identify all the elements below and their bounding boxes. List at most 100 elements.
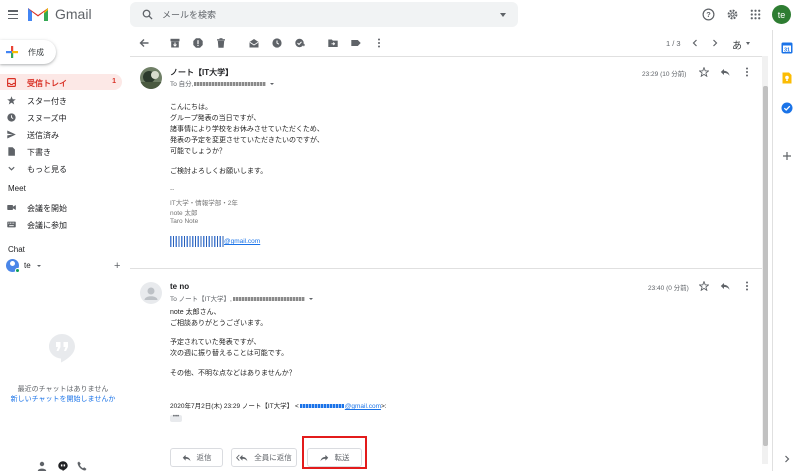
star-icon <box>7 96 16 105</box>
main-menu-icon[interactable] <box>8 10 18 19</box>
reply-arrow-icon[interactable] <box>720 67 730 77</box>
message-body-line: 諸事情により学校をお休みさせていただくため、 <box>170 126 324 133</box>
label-tag-icon[interactable] <box>351 38 361 48</box>
sender-photo-image <box>140 67 162 89</box>
get-addons-plus-icon[interactable] <box>781 150 793 162</box>
draft-document-icon <box>8 147 15 156</box>
message-body-line: ご相談ありがとうございます。 <box>170 320 268 327</box>
chat-current-user[interactable]: te + <box>6 259 126 275</box>
message-more-vertical-dots-icon[interactable] <box>742 67 752 77</box>
input-tools-button[interactable]: あ <box>732 37 742 52</box>
delete-trash-icon[interactable] <box>216 38 226 48</box>
quote-prefix: 2020年7月2日(木) 23:29 ノート【IT大学】 < <box>170 403 299 410</box>
sidebar-item-drafts[interactable]: 下書き <box>0 143 122 159</box>
sidebar-item-label: 会議を開始 <box>27 203 67 213</box>
message-scrollbar-thumb[interactable] <box>763 86 768 446</box>
sidebar-item-more[interactable]: もっと見る <box>0 160 122 176</box>
reply-arrow-icon[interactable] <box>720 281 730 291</box>
show-side-panel-chevron-right-icon[interactable] <box>781 453 793 465</box>
sender-avatar-default[interactable] <box>140 282 162 304</box>
message-body-line: 予定されていた発表ですが、 <box>170 339 261 346</box>
more-options-vertical-dots-icon[interactable] <box>374 38 384 48</box>
search-bar[interactable] <box>130 2 518 27</box>
newer-chevron-left-icon[interactable] <box>690 38 700 48</box>
back-arrow-icon[interactable] <box>139 38 149 48</box>
calendar-icon[interactable]: 31 <box>781 42 793 54</box>
sidebar-item-join-meeting[interactable]: 会議に参加 <box>0 216 122 232</box>
reply-all-button[interactable]: 全員に返信 <box>231 448 297 467</box>
gmail-logo[interactable]: Gmail <box>27 6 92 22</box>
settings-gear-icon[interactable] <box>726 8 739 21</box>
hangouts-chat-icon[interactable] <box>58 461 68 471</box>
recipients-prefix: To 自分, <box>170 81 194 88</box>
show-trimmed-content-button[interactable]: ••• <box>170 414 182 422</box>
show-details-chevron-down-icon[interactable] <box>270 83 275 86</box>
show-details-chevron-down-icon[interactable] <box>308 298 313 301</box>
redacted-quote-email <box>299 404 344 409</box>
older-chevron-right-icon[interactable] <box>710 38 720 48</box>
toolbar-divider <box>130 56 762 57</box>
sender-avatar-photo[interactable] <box>140 67 162 89</box>
contacts-person-icon[interactable] <box>37 461 47 471</box>
svg-text:31: 31 <box>784 47 790 53</box>
svg-text:?: ? <box>706 10 711 19</box>
inbox-icon <box>7 78 16 87</box>
top-header: Gmail ? te <box>0 0 800 30</box>
signature-email[interactable]: @gmail.com <box>170 236 260 247</box>
app-name: Gmail <box>55 6 92 22</box>
chevron-down-icon <box>8 166 15 171</box>
start-new-chat-link[interactable]: 新しいチャットを開始しませんか <box>0 394 126 404</box>
redacted-recipients <box>232 297 305 302</box>
message-more-vertical-dots-icon[interactable] <box>742 281 752 291</box>
gmail-m-icon <box>28 8 48 21</box>
reply-button[interactable]: 返信 <box>170 448 223 467</box>
sidebar-item-inbox[interactable]: 受信トレイ 1 <box>0 74 122 90</box>
forward-highlight-box <box>302 436 367 469</box>
phone-icon[interactable] <box>77 461 87 471</box>
tasks-icon[interactable] <box>781 102 793 114</box>
compose-button[interactable]: 作成 <box>0 40 56 64</box>
sidebar-item-start-meeting[interactable]: 会議を開始 <box>0 199 122 215</box>
sidebar-item-starred[interactable]: スター付き <box>0 92 122 108</box>
snooze-clock-icon[interactable] <box>272 38 282 48</box>
message-toolbar: 1 / 3 あ <box>130 32 762 54</box>
star-outline-icon[interactable] <box>699 67 709 77</box>
keep-notes-icon[interactable] <box>781 72 793 84</box>
star-outline-icon[interactable] <box>699 281 709 291</box>
sidebar-item-label: 下書き <box>27 147 51 157</box>
clock-icon <box>7 113 16 122</box>
apps-grid-icon[interactable] <box>749 8 762 21</box>
signature-line: IT大学・情報学部・2年 <box>170 200 238 207</box>
sender-name[interactable]: ノート【IT大学】 <box>170 67 233 78</box>
help-icon[interactable]: ? <box>702 8 715 21</box>
sidebar-item-label: スヌーズ中 <box>27 113 67 123</box>
search-icon[interactable] <box>142 9 153 20</box>
archive-icon[interactable] <box>170 38 180 48</box>
search-input[interactable] <box>162 6 482 23</box>
signature-email-link[interactable]: @gmail.com <box>224 238 260 245</box>
add-to-tasks-icon[interactable] <box>295 38 305 48</box>
message-body-line: 次の週に振り替えることは可能です。 <box>170 350 289 357</box>
quote-email-link[interactable]: @gmail.com <box>345 403 381 410</box>
recipients-line[interactable]: To 自分, <box>170 78 275 88</box>
reply-button-label: 返信 <box>196 453 212 462</box>
input-tools-chevron-down-icon[interactable] <box>746 42 750 45</box>
hangouts-quote-bubble-icon <box>49 334 75 363</box>
new-chat-plus-icon[interactable]: + <box>114 261 120 272</box>
reply-all-arrow-icon <box>236 454 248 461</box>
report-spam-icon[interactable] <box>193 38 203 48</box>
mark-as-unread-icon[interactable] <box>249 38 259 48</box>
message-body-line: 可能でしょうか？ <box>170 148 226 155</box>
message-body-line: note 太郎さん、 <box>170 309 221 316</box>
move-to-folder-icon[interactable] <box>328 38 338 48</box>
chat-user-name: te <box>24 261 31 270</box>
recipients-line[interactable]: To ノート【IT大学】, <box>170 293 313 303</box>
search-options-chevron-down-icon[interactable] <box>500 13 506 17</box>
account-avatar[interactable]: te <box>772 5 791 24</box>
sender-name[interactable]: te no <box>170 282 189 291</box>
message-body-line: ご検討よろしくお願いします。 <box>170 168 268 175</box>
chat-status-chevron-down-icon[interactable] <box>37 265 41 267</box>
recipients-prefix: To ノート【IT大学】, <box>170 296 232 303</box>
sidebar-item-sent[interactable]: 送信済み <box>0 126 122 142</box>
sidebar-item-snoozed[interactable]: スヌーズ中 <box>0 109 122 125</box>
